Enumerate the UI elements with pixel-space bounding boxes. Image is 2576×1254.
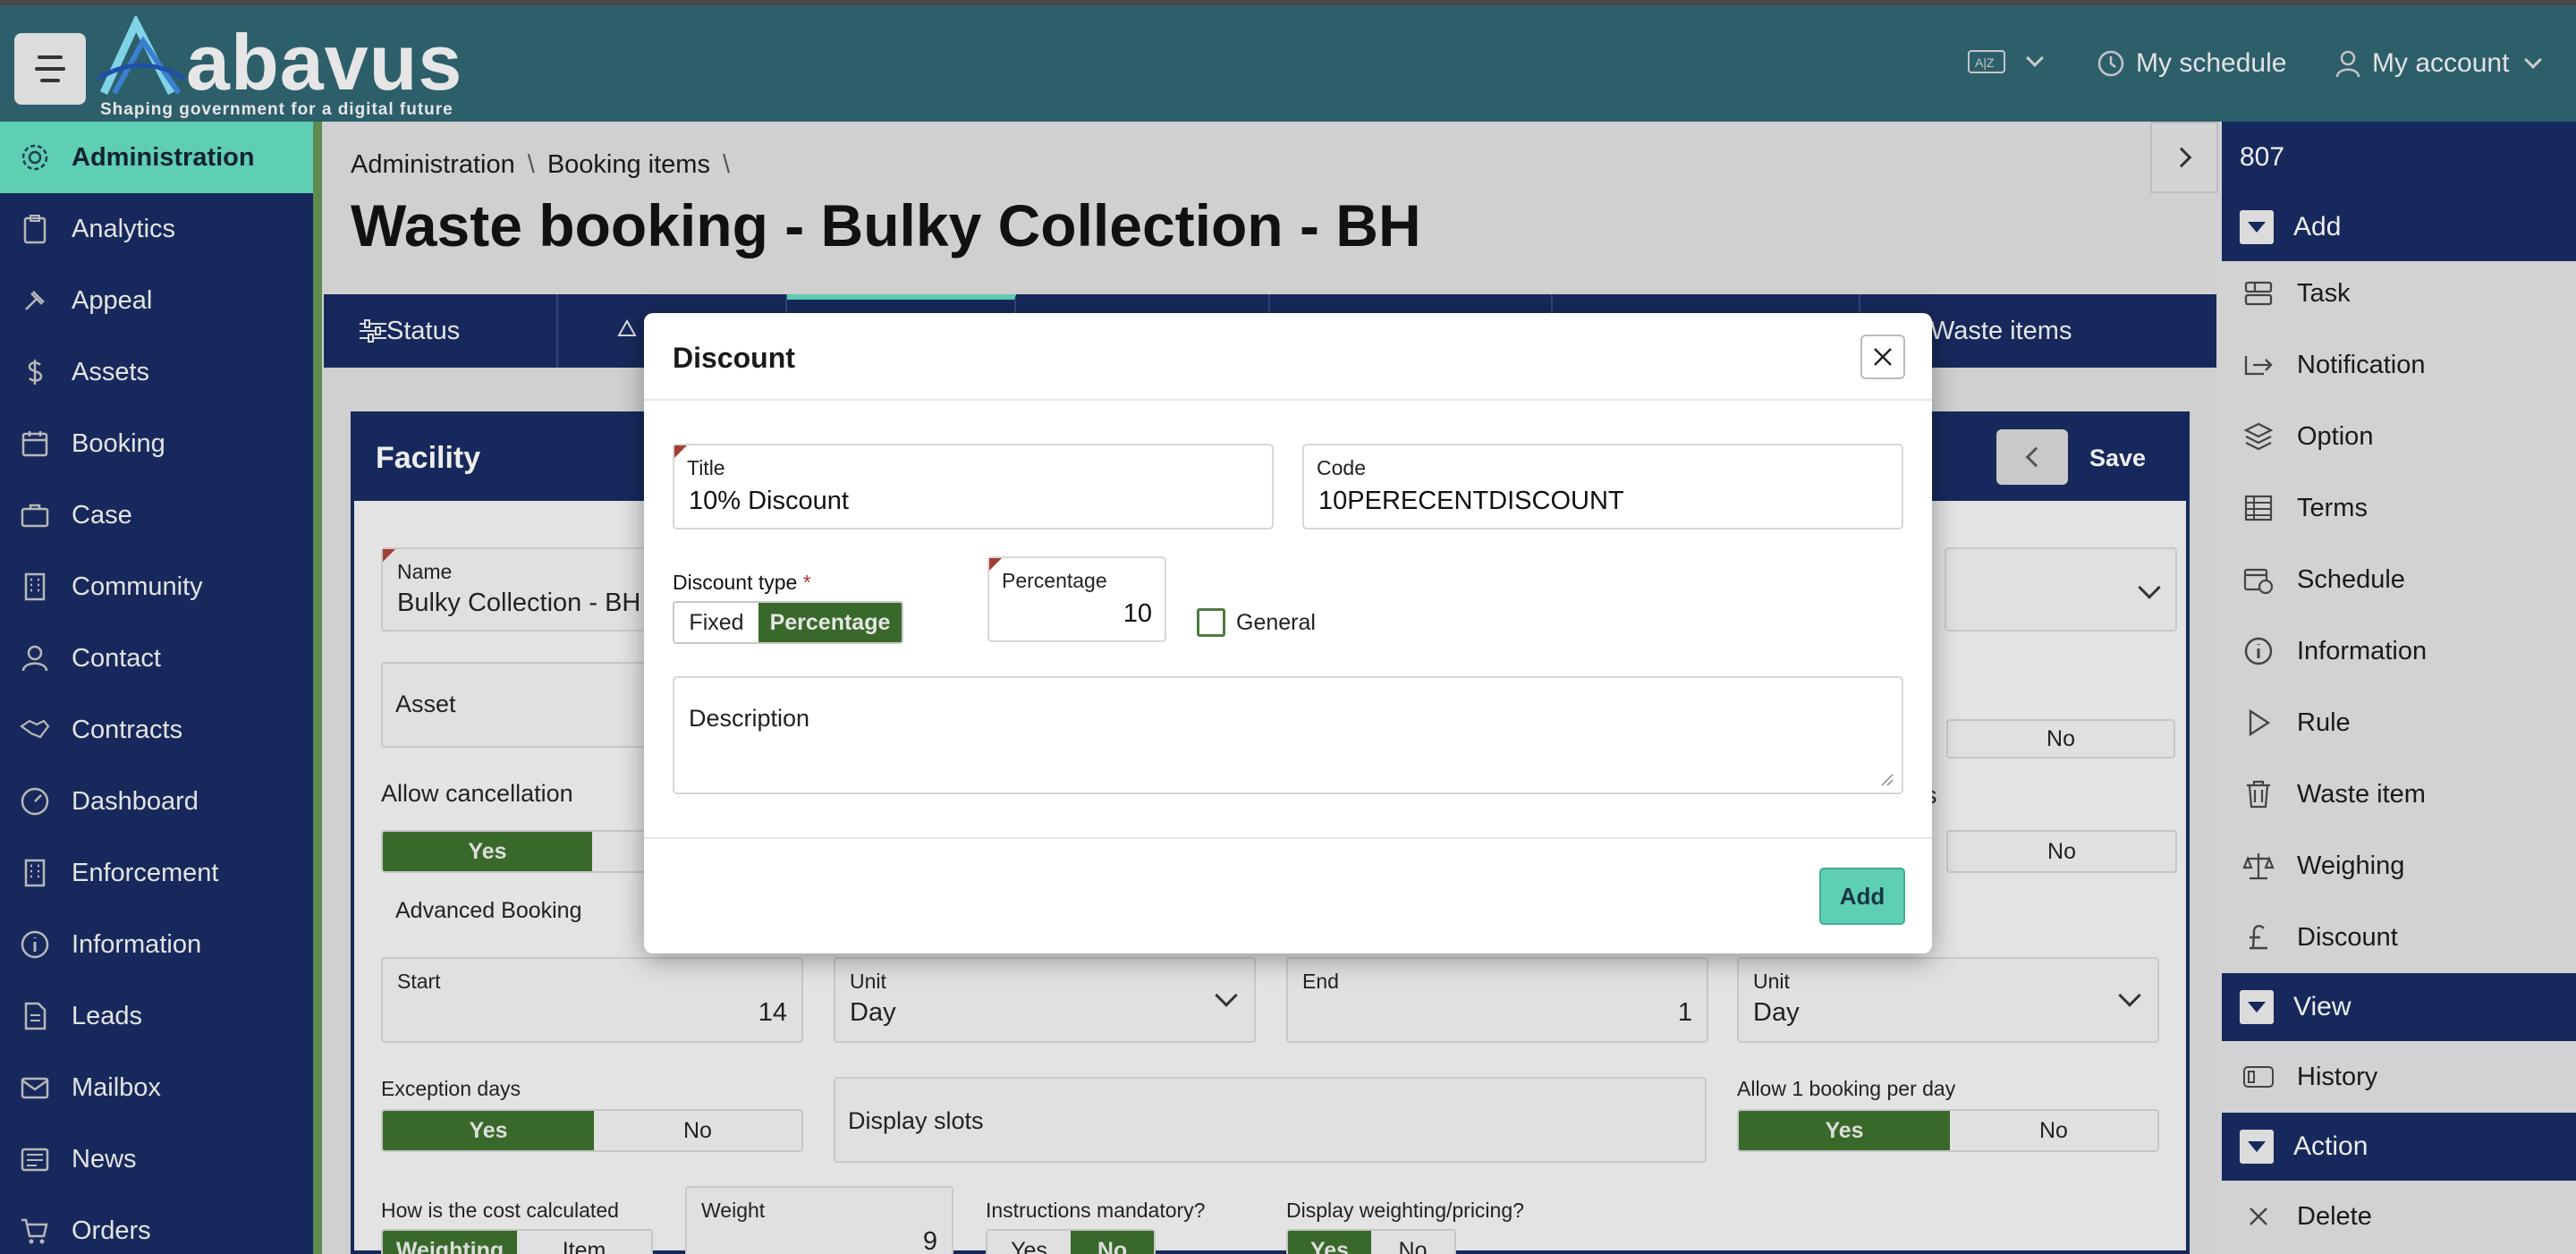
resize-handle-icon[interactable] bbox=[1880, 773, 1894, 787]
description-placeholder: Description bbox=[689, 705, 810, 732]
percentage-option[interactable]: Percentage bbox=[758, 603, 902, 642]
add-button[interactable]: Add bbox=[1819, 868, 1905, 925]
discount-dialog: Discount Title 10% Discount Code 10PEREC… bbox=[644, 313, 1932, 953]
general-checkbox[interactable] bbox=[1197, 608, 1225, 637]
dialog-footer-divider bbox=[644, 837, 1932, 839]
title-field[interactable]: Title 10% Discount bbox=[673, 444, 1274, 530]
close-icon bbox=[1874, 348, 1892, 366]
percentage-value: 10 bbox=[1123, 599, 1152, 628]
code-field-label: Code bbox=[1317, 456, 1366, 479]
general-label: General bbox=[1236, 610, 1316, 635]
discount-type-toggle[interactable]: Fixed Percentage bbox=[673, 601, 903, 644]
discount-type-text: Discount type bbox=[673, 571, 798, 594]
code-field[interactable]: Code 10PERECENTDISCOUNT bbox=[1302, 444, 1903, 530]
fixed-option[interactable]: Fixed bbox=[674, 603, 758, 642]
title-field-value: 10% Discount bbox=[689, 487, 849, 515]
required-marker bbox=[674, 445, 687, 458]
app-window: abavus Shaping government for a digital … bbox=[0, 0, 2576, 1254]
code-field-value: 10PERECENTDISCOUNT bbox=[1318, 487, 1624, 515]
discount-type-label: Discount type * bbox=[673, 571, 811, 595]
required-marker bbox=[989, 558, 1002, 571]
title-field-label: Title bbox=[687, 456, 725, 479]
dialog-title: Discount bbox=[673, 342, 795, 374]
required-asterisk: * bbox=[802, 571, 811, 594]
close-button[interactable] bbox=[1860, 335, 1905, 379]
percentage-field[interactable]: Percentage 10 bbox=[987, 556, 1166, 642]
description-textarea[interactable]: Description bbox=[673, 676, 1903, 794]
dialog-header-divider bbox=[644, 399, 1932, 401]
percentage-label: Percentage bbox=[1002, 569, 1107, 592]
